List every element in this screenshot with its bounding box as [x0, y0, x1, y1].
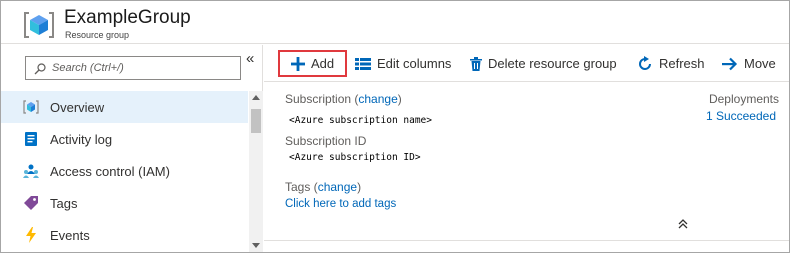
tags-label-close: ) — [357, 180, 362, 194]
edit-columns-label: Edit columns — [377, 56, 452, 71]
tags-label: Tags (change) — [285, 180, 361, 194]
cube-icon — [23, 99, 39, 115]
activity-log-icon — [23, 131, 39, 147]
edit-columns-button[interactable]: Edit columns — [355, 50, 451, 77]
divider — [264, 240, 789, 241]
search-box[interactable] — [25, 56, 241, 80]
sidebar-scrollbar[interactable] — [249, 91, 263, 252]
sidebar-item-overview[interactable]: Overview — [1, 91, 248, 123]
subscription-label-close: ) — [397, 92, 402, 106]
sidebar-item-label: Overview — [50, 99, 105, 115]
page-title: ExampleGroup — [64, 7, 191, 28]
subscription-label: Subscription (change) — [285, 92, 402, 106]
deployments-label: Deployments — [708, 92, 779, 106]
scroll-up-arrow-icon[interactable] — [252, 95, 260, 100]
deployments-link[interactable]: 1 Succeeded — [706, 109, 776, 123]
delete-label: Delete resource group — [488, 56, 617, 71]
command-bar: Add Edit columns Delete resource group R… — [264, 45, 789, 82]
tags-label-text: Tags ( — [285, 180, 318, 194]
subscription-name-value: <Azure subscription name> — [289, 115, 432, 126]
search-input[interactable] — [52, 59, 237, 77]
sidebar-item-events[interactable]: Events — [1, 219, 248, 251]
delete-resource-group-button[interactable]: Delete resource group — [470, 50, 617, 77]
add-button[interactable]: Add — [278, 50, 347, 77]
subscription-id-label: Subscription ID — [285, 134, 367, 148]
scroll-down-arrow-icon[interactable] — [252, 243, 260, 248]
sidebar-nav: Overview Activity log Access control (IA… — [1, 91, 248, 251]
refresh-icon — [639, 55, 651, 70]
refresh-button[interactable]: Refresh — [637, 50, 705, 77]
sidebar-item-tags[interactable]: Tags — [1, 187, 248, 219]
add-button-label: Add — [311, 56, 335, 71]
search-icon — [34, 63, 46, 75]
essentials-panel: Subscription (change) <Azure subscriptio… — [264, 83, 789, 241]
tags-change-link[interactable]: change — [318, 180, 357, 194]
arrow-right-icon — [722, 57, 738, 70]
collapse-essentials-icon[interactable] — [678, 219, 688, 229]
resource-group-icon — [24, 12, 54, 38]
sidebar-item-label: Access control (IAM) — [50, 163, 170, 179]
add-tags-link[interactable]: Click here to add tags — [285, 198, 396, 210]
plus-icon — [291, 56, 305, 71]
sidebar-item-label: Tags — [50, 195, 78, 211]
trash-icon — [470, 56, 482, 71]
scroll-thumb[interactable] — [251, 109, 261, 133]
subscription-id-value: <Azure subscription ID> — [289, 152, 421, 163]
sidebar-item-label: Activity log — [50, 131, 113, 147]
sidebar-item-access-control[interactable]: Access control (IAM) — [1, 155, 248, 187]
columns-icon — [355, 57, 371, 70]
tag-icon — [23, 195, 39, 211]
page-subtitle: Resource group — [65, 30, 130, 40]
sidebar-item-label: Events — [50, 227, 90, 243]
sidebar: « Overview — [1, 45, 263, 252]
subscription-change-link[interactable]: change — [358, 92, 397, 106]
sidebar-item-activity-log[interactable]: Activity log — [1, 123, 248, 155]
lightning-icon — [23, 227, 39, 243]
blade-header: ExampleGroup Resource group — [1, 1, 789, 44]
refresh-label: Refresh — [659, 56, 705, 71]
move-label: Move — [744, 56, 776, 71]
collapse-sidebar-button[interactable]: « — [246, 50, 254, 67]
people-icon — [23, 163, 39, 179]
subscription-label-text: Subscription ( — [285, 92, 359, 106]
move-button[interactable]: Move — [722, 50, 776, 77]
